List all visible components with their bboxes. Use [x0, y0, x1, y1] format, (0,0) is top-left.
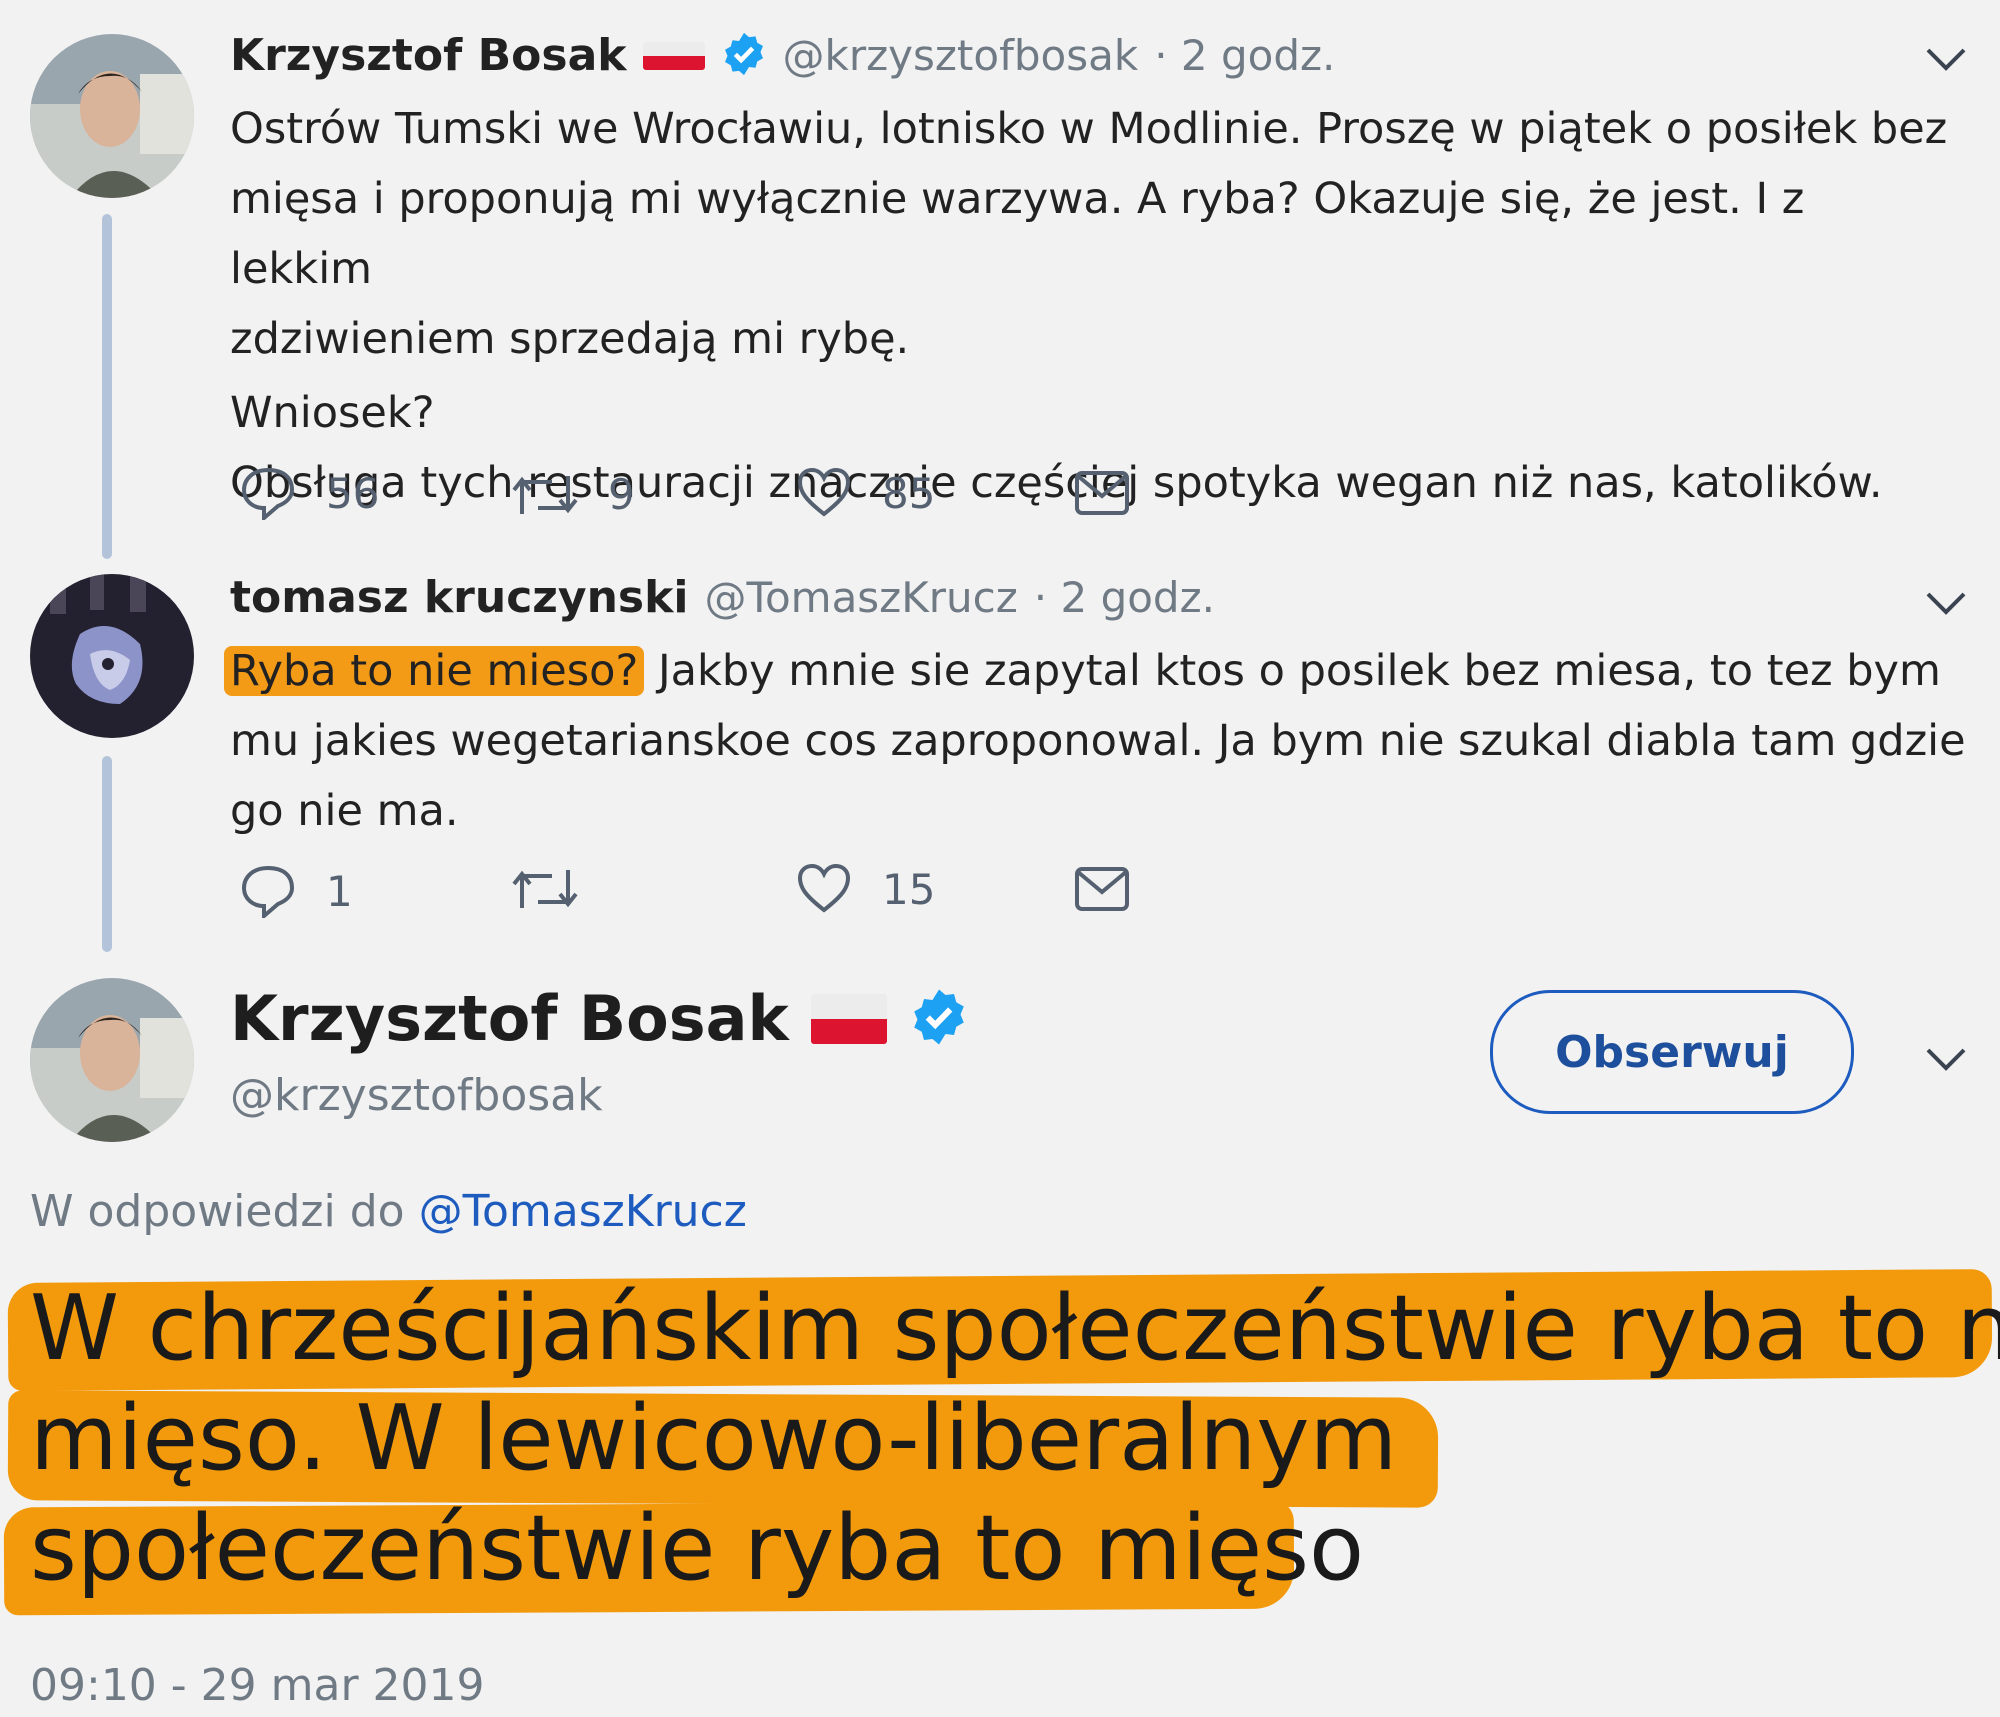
reply-icon [241, 467, 295, 520]
highlighted-phrase: Ryba to nie mieso? [224, 646, 645, 696]
like-count: 15 [882, 864, 936, 914]
author-name[interactable]: tomasz kruczynski [230, 572, 688, 623]
author-name[interactable]: Krzysztof Bosak [230, 30, 627, 81]
retweet-icon [512, 870, 578, 908]
avatar-krzysztof-bosak[interactable] [30, 34, 194, 198]
follow-button[interactable]: Obserwuj [1490, 990, 1854, 1114]
text-line: W chrześcijańskim społeczeństwie ryba to… [30, 1276, 2000, 1381]
like-button[interactable]: 15 [796, 864, 935, 914]
tweet1-header: Krzysztof Bosak @krzysztofbosak · 2 godz… [230, 30, 1335, 81]
author-handle[interactable]: @krzysztofbosak [230, 1070, 603, 1121]
verified-badge-icon [721, 31, 767, 81]
direct-message-button[interactable] [1074, 866, 1130, 912]
text-line: mięsa i proponują mi wyłącznie warzywa. … [230, 174, 1805, 294]
envelope-icon [1075, 471, 1129, 515]
avatar-tomasz-kruczynski[interactable] [30, 574, 194, 738]
text-line: Ostrów Tumski we Wrocławiu, lotnisko w M… [230, 104, 1948, 154]
like-count: 85 [882, 468, 936, 518]
heart-icon [797, 468, 851, 517]
retweet-icon [512, 475, 578, 514]
reply-to-link[interactable]: @TomaszKrucz [419, 1186, 747, 1237]
text-line: mięso. W lewicowo-liberalnym [30, 1386, 1398, 1491]
reply-to-prefix: W odpowiedzi do [30, 1186, 405, 1237]
poland-flag-icon [810, 993, 887, 1044]
retweet-count: 9 [608, 470, 635, 519]
reply-icon [241, 865, 295, 918]
reply-context: W odpowiedzi do @TomaszKrucz [30, 1186, 747, 1237]
tweet-time[interactable]: · 2 godz. [1034, 573, 1215, 622]
verified-badge-icon [909, 987, 969, 1051]
retweet-button[interactable] [512, 866, 608, 912]
heart-icon [797, 864, 851, 913]
poland-flag-icon [642, 41, 705, 70]
author-handle[interactable]: @TomaszKrucz [704, 573, 1017, 622]
envelope-icon [1075, 867, 1129, 911]
text-segment: Jakby mnie sie zapytal ktos o posilek be… [644, 646, 1941, 696]
chevron-down-icon[interactable] [1924, 1044, 1968, 1078]
tweet2-text: Ryba to nie mieso? Jakby mnie sie zapyta… [224, 636, 1970, 846]
tweet-timestamp[interactable]: 09:10 - 29 mar 2019 [30, 1660, 485, 1711]
direct-message-button[interactable] [1074, 470, 1130, 516]
text-line: mu jakies wegetarianskoe cos zaproponowa… [230, 716, 1966, 766]
text-line: go nie ma. [230, 786, 459, 836]
text-line: społeczeństwie ryba to mięso [30, 1496, 1365, 1601]
reply-button[interactable]: 1 [240, 864, 353, 918]
retweet-button[interactable]: 9 [512, 470, 635, 519]
author-name[interactable]: Krzysztof Bosak [230, 982, 789, 1055]
thread-line [102, 214, 112, 559]
main-tweet-text: W chrześcijańskim społeczeństwie ryba to… [30, 1274, 2000, 1604]
chevron-down-icon[interactable] [1924, 44, 1968, 78]
like-button[interactable]: 85 [796, 468, 935, 518]
text-line: Wniosek? [230, 388, 435, 438]
reply-count: 1 [326, 866, 353, 916]
text-line: zdziwieniem sprzedają mi rybę. [230, 314, 910, 364]
text-line: Ryba to nie mieso? Jakby mnie sie zapyta… [224, 636, 1970, 706]
thread-line [102, 756, 112, 952]
tweet-time[interactable]: · 2 godz. [1154, 31, 1335, 80]
tweet1-text: Ostrów Tumski we Wrocławiu, lotnisko w M… [230, 94, 1950, 518]
avatar-krzysztof-bosak[interactable] [30, 978, 194, 1142]
author-handle[interactable]: @krzysztofbosak [783, 31, 1139, 80]
chevron-down-icon[interactable] [1924, 588, 1968, 622]
reply-count: 56 [326, 468, 380, 518]
tweet2-header: tomasz kruczynski @TomaszKrucz · 2 godz. [230, 572, 1215, 623]
main-tweet-author: Krzysztof Bosak [230, 982, 969, 1055]
reply-button[interactable]: 56 [240, 466, 379, 520]
